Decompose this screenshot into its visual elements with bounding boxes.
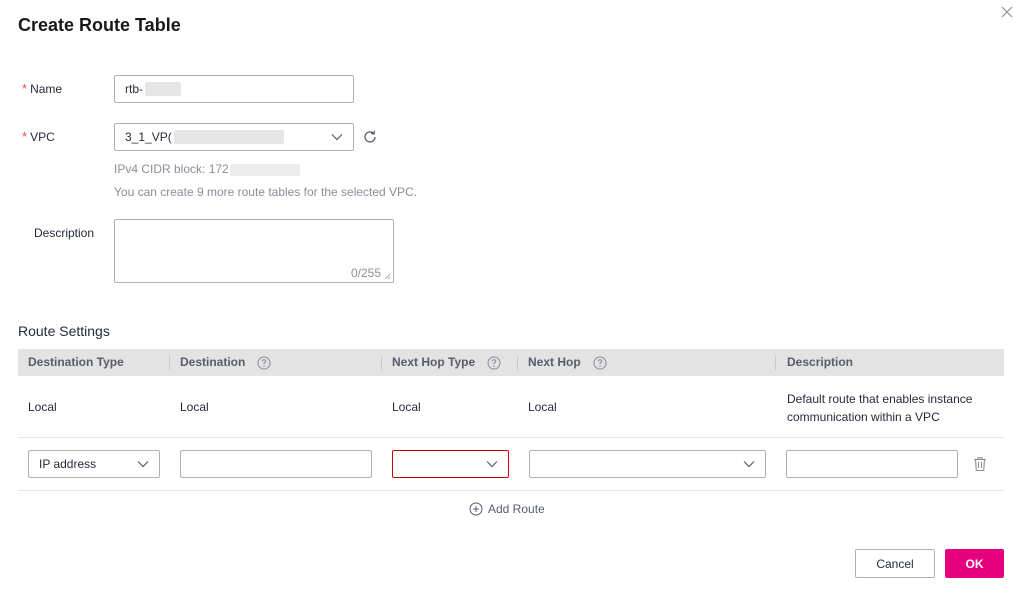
chevron-down-icon [137,461,149,468]
required-mark: * [22,129,28,144]
chevron-down-icon [743,461,755,468]
route-settings-title: Route Settings [18,323,110,339]
column-divider [381,356,382,370]
add-circle-icon [469,502,483,516]
next-hop-type-select[interactable] [392,450,509,478]
destination-type-value: IP address [39,457,97,471]
destination-type-select[interactable]: IP address [28,450,160,478]
cell-description: Default route that enables instance comm… [787,392,973,424]
cell-next-hop-type: Local [392,400,421,414]
column-label: Destination Type [28,355,124,369]
description-label: Description [34,226,95,240]
next-hop-select[interactable] [529,450,766,478]
redacted-cidr [229,163,300,176]
row-divider [18,490,1004,491]
route-table-header: Destination Type Destination Next Hop Ty… [18,349,1004,376]
name-input-value: rtb- [125,82,143,96]
cidr-hint-text: IPv4 CIDR block: 172 [114,162,229,176]
cidr-hint: IPv4 CIDR block: 172 [114,162,300,176]
description-textarea[interactable]: 0/255 [114,219,394,283]
name-label: * Name [22,81,62,96]
add-route-button[interactable]: Add Route [469,502,545,516]
route-description-input[interactable] [786,450,958,478]
dialog-title: Create Route Table [18,15,181,35]
help-icon[interactable] [487,356,501,370]
column-description: Description [787,349,853,376]
column-label: Next Hop [528,355,581,369]
trash-icon[interactable] [973,456,987,472]
description-counter: 0/255 [350,266,381,280]
ok-button[interactable]: OK [945,549,1004,578]
add-route-label: Add Route [488,502,545,516]
close-icon[interactable] [997,2,1017,22]
column-destination: Destination [180,349,271,376]
cancel-button[interactable]: Cancel [855,549,935,578]
resize-grip-icon[interactable] [384,273,391,280]
name-label-text: Name [30,82,63,96]
cell-destination: Local [180,400,209,414]
chevron-down-icon [486,461,498,468]
vpc-label: * VPC [22,129,55,144]
quota-hint: You can create 9 more route tables for t… [114,185,418,199]
refresh-icon[interactable] [362,129,378,145]
chevron-down-icon [331,134,343,141]
column-divider [169,356,170,370]
destination-input[interactable] [180,450,372,478]
redacted-name [145,82,181,96]
column-next-hop-type: Next Hop Type [392,349,501,376]
row-divider [18,437,1004,438]
help-icon[interactable] [593,356,607,370]
cell-next-hop: Local [528,400,557,414]
vpc-select-value: 3_1_VP( [125,130,172,144]
name-input[interactable]: rtb- [114,75,354,103]
column-divider [775,356,776,370]
column-label: Description [787,355,854,369]
column-label: Destination [180,355,246,369]
column-label: Next Hop Type [392,355,476,369]
required-mark: * [22,81,28,96]
help-icon[interactable] [257,356,271,370]
column-destination-type: Destination Type [28,349,124,376]
vpc-label-text: VPC [30,130,55,144]
column-next-hop: Next Hop [528,349,607,376]
redacted-vpc [173,130,284,144]
column-divider [517,356,518,370]
vpc-select[interactable]: 3_1_VP( [114,123,354,151]
cell-destination-type: Local [28,400,57,414]
